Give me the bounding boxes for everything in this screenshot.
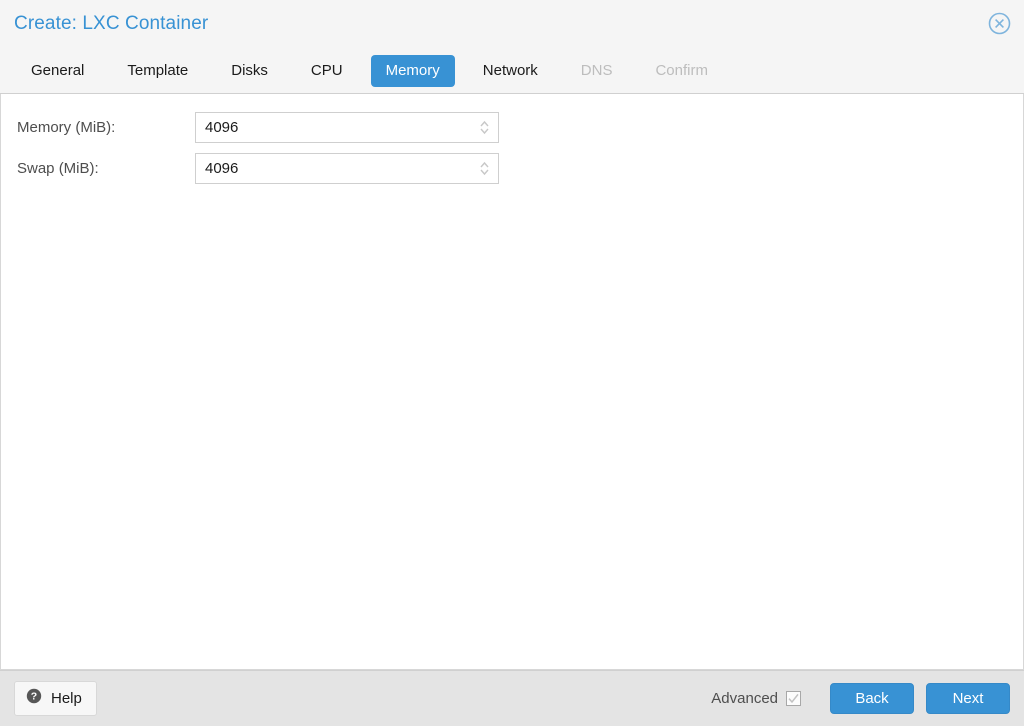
tab-memory[interactable]: Memory (370, 54, 455, 87)
swap-field-label: Swap (MiB): (17, 160, 99, 177)
tab-dns: DNS (580, 61, 613, 79)
wizard-tabbar: General Template Disks CPU Memory Networ… (0, 48, 1024, 94)
memory-spinner-arrows-icon[interactable] (479, 113, 490, 142)
next-button[interactable]: Next (926, 683, 1010, 714)
dialog-footer: ? Help Advanced Back Next (0, 670, 1024, 726)
swap-input[interactable] (196, 154, 498, 183)
back-button[interactable]: Back (830, 683, 914, 714)
tab-disks[interactable]: Disks (216, 55, 283, 87)
svg-text:?: ? (31, 691, 37, 703)
help-button-label: Help (51, 690, 82, 707)
swap-field-row: Swap (MiB): (1, 153, 1023, 184)
advanced-toggle[interactable]: Advanced (711, 690, 801, 707)
advanced-checkbox[interactable] (786, 691, 801, 706)
advanced-label: Advanced (711, 690, 778, 707)
swap-stepper[interactable] (195, 153, 499, 184)
tab-general[interactable]: General (16, 55, 99, 87)
checkmark-icon (788, 693, 799, 704)
close-icon[interactable] (987, 11, 1012, 36)
question-mark-circle-icon: ? (26, 688, 42, 709)
swap-spinner-arrows-icon[interactable] (479, 154, 490, 183)
tab-cpu[interactable]: CPU (296, 55, 358, 87)
tab-network[interactable]: Network (468, 55, 553, 87)
create-lxc-container-dialog: Create: LXC Container General Template D… (0, 0, 1024, 726)
memory-field-label: Memory (MiB): (17, 119, 116, 136)
dialog-title: Create: LXC Container (14, 13, 209, 34)
dialog-header: Create: LXC Container (0, 0, 1024, 48)
tab-confirm: Confirm (655, 61, 708, 79)
memory-stepper[interactable] (195, 112, 499, 143)
memory-input[interactable] (196, 113, 498, 142)
help-button[interactable]: ? Help (14, 681, 97, 716)
memory-tab-panel: Memory (MiB): Swap (MiB): (0, 94, 1024, 670)
tab-template[interactable]: Template (112, 55, 203, 87)
memory-field-row: Memory (MiB): (1, 112, 1023, 143)
